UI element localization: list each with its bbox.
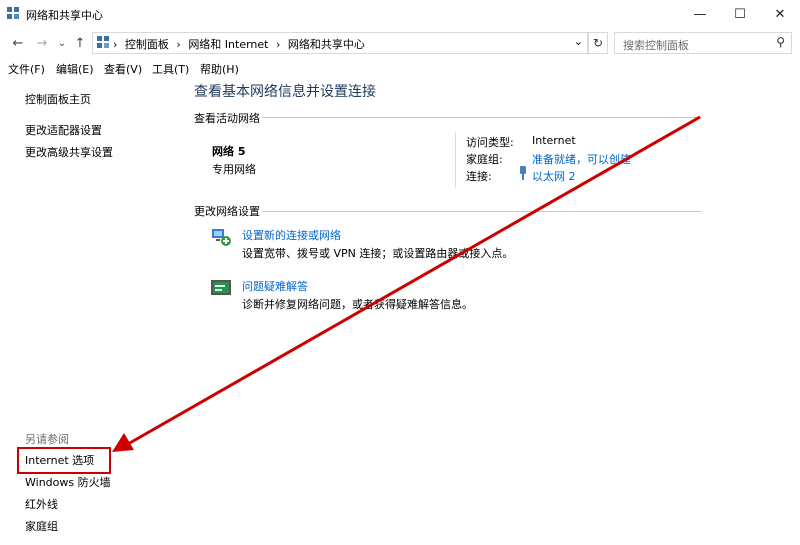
section-divider xyxy=(262,211,702,212)
network-app-icon xyxy=(7,7,19,19)
network-name: 网络 5 xyxy=(212,145,246,158)
page-title: 查看基本网络信息并设置连接 xyxy=(194,84,376,100)
windows-firewall-link[interactable]: Windows 防火墙 xyxy=(25,474,111,490)
ethernet-icon xyxy=(520,166,526,180)
menu-help[interactable]: 帮助(H) xyxy=(200,61,239,77)
recent-locations-button[interactable]: ⌄ xyxy=(54,33,70,53)
address-dropdown-icon[interactable]: ⌄ xyxy=(574,35,583,48)
ethernet-connection-link[interactable]: 以太网 2 xyxy=(532,168,576,184)
minimize-button[interactable]: — xyxy=(680,0,720,28)
active-networks-heading: 查看活动网络 xyxy=(194,112,260,125)
search-input[interactable]: 搜索控制面板 ⚲ xyxy=(614,32,792,54)
homegroup-status-link[interactable]: 准备就绪，可以创建 xyxy=(532,151,631,167)
infrared-link[interactable]: 红外线 xyxy=(25,496,58,512)
up-button[interactable]: ↑ xyxy=(72,33,88,53)
vertical-divider xyxy=(455,132,456,188)
annotation-arrow xyxy=(112,115,701,452)
troubleshoot-icon xyxy=(211,280,231,295)
see-also-heading: 另请参阅 xyxy=(25,433,69,446)
section-divider xyxy=(262,117,702,118)
search-placeholder: 搜索控制面板 xyxy=(623,39,689,52)
navigation-bar: ← → ⌄ ↑ › 控制面板 › 网络和 Internet › 网络和共享中心 … xyxy=(0,30,800,56)
breadcrumb-network-sharing-center[interactable]: 网络和共享中心 xyxy=(288,38,365,51)
search-icon[interactable]: ⚲ xyxy=(776,35,785,49)
access-type-label: 访问类型: xyxy=(466,136,514,149)
change-advanced-sharing-link[interactable]: 更改高级共享设置 xyxy=(25,144,113,160)
menu-file[interactable]: 文件(F) xyxy=(8,61,45,77)
breadcrumb-separator: › xyxy=(113,38,118,51)
breadcrumb-separator: › xyxy=(176,38,181,51)
connection-label: 连接: xyxy=(466,170,492,183)
control-panel-home-link[interactable]: 控制面板主页 xyxy=(25,91,91,107)
troubleshoot-desc: 诊断并修复网络问题，或者获得疑难解答信息。 xyxy=(242,298,473,311)
setup-new-connection-desc: 设置宽带、拨号或 VPN 连接；或设置路由器或接入点。 xyxy=(242,247,514,260)
menu-edit[interactable]: 编辑(E) xyxy=(56,61,94,77)
forward-button[interactable]: → xyxy=(34,33,50,53)
menu-bar: 文件(F) 编辑(E) 查看(V) 工具(T) 帮助(H) xyxy=(0,58,800,78)
change-network-settings-heading: 更改网络设置 xyxy=(194,205,260,218)
address-bar[interactable]: › 控制面板 › 网络和 Internet › 网络和共享中心 ⌄ xyxy=(92,32,588,54)
control-panel-icon xyxy=(97,36,109,48)
back-button[interactable]: ← xyxy=(10,33,26,53)
troubleshoot-link[interactable]: 问题疑难解答 xyxy=(242,278,308,294)
network-type: 专用网络 xyxy=(212,163,256,176)
close-button[interactable]: ✕ xyxy=(760,0,800,28)
new-connection-icon xyxy=(212,229,231,246)
maximize-button[interactable]: ☐ xyxy=(720,0,760,28)
menu-view[interactable]: 查看(V) xyxy=(104,61,142,77)
change-adapter-settings-link[interactable]: 更改适配器设置 xyxy=(25,122,102,138)
refresh-button[interactable]: ↻ xyxy=(588,32,608,54)
breadcrumb-control-panel[interactable]: 控制面板 xyxy=(125,38,169,51)
annotation-highlight-box xyxy=(17,447,111,474)
setup-new-connection-link[interactable]: 设置新的连接或网络 xyxy=(242,227,341,243)
breadcrumb-separator: › xyxy=(276,38,281,51)
window-title: 网络和共享中心 xyxy=(26,9,103,22)
breadcrumb-network-internet[interactable]: 网络和 Internet xyxy=(188,38,268,51)
homegroup-link[interactable]: 家庭组 xyxy=(25,518,58,534)
access-type-value: Internet xyxy=(532,134,576,147)
breadcrumb: › 控制面板 › 网络和 Internet › 网络和共享中心 xyxy=(113,36,369,52)
homegroup-label: 家庭组: xyxy=(466,153,503,166)
title-bar: 网络和共享中心 — ☐ ✕ xyxy=(0,0,800,28)
menu-tools[interactable]: 工具(T) xyxy=(152,61,189,77)
